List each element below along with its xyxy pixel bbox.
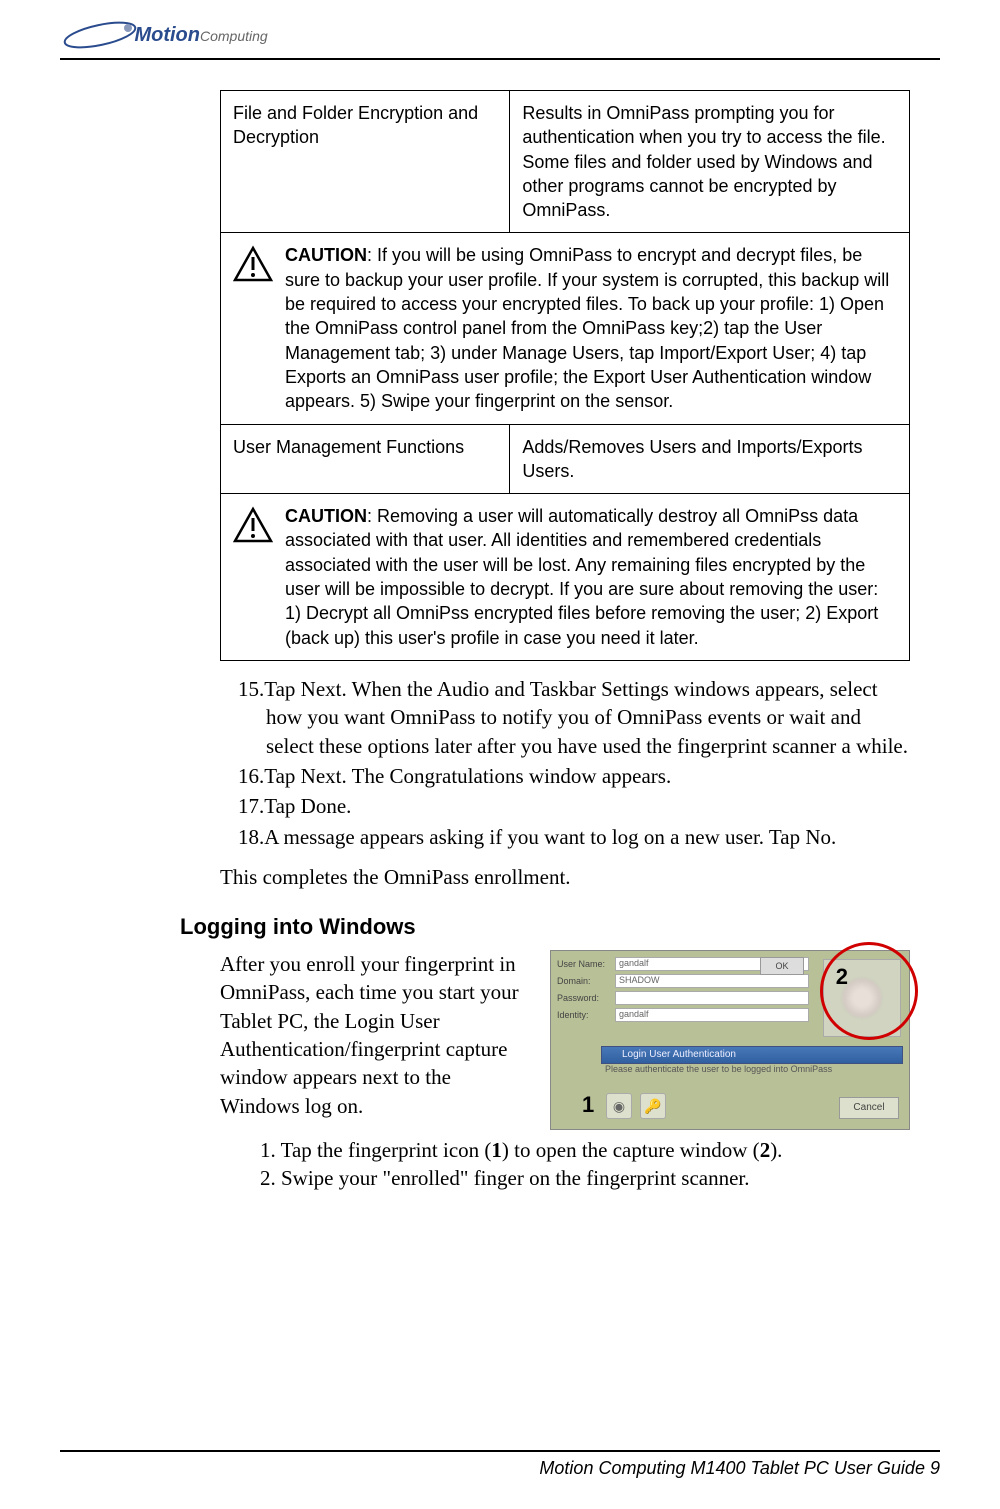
cell-description: Results in OmniPass prompting you for au… bbox=[510, 91, 910, 233]
brand-computing: Computing bbox=[200, 28, 268, 44]
table-row: User Management Functions Adds/Removes U… bbox=[221, 424, 910, 494]
caution-label: CAUTION bbox=[285, 245, 367, 265]
key-icon: 🔑 bbox=[640, 1093, 666, 1119]
step-item: 16.Tap Next. The Congratulations window … bbox=[238, 762, 910, 790]
callout-number-1: 1 bbox=[582, 1092, 594, 1118]
brand-text: MotionComputing bbox=[134, 24, 267, 47]
fingerprint-icon: ◉ bbox=[606, 1093, 632, 1119]
username-label: User Name: bbox=[557, 959, 615, 969]
password-label: Password: bbox=[557, 993, 615, 1003]
login-paragraph: After you enroll your fingerprint in Omn… bbox=[220, 950, 530, 1120]
numbered-steps: 15.Tap Next. When the Audio and Taskbar … bbox=[220, 675, 910, 851]
sub-step-item: 2. Swipe your "enrolled" finger on the f… bbox=[260, 1164, 910, 1192]
login-screenshot: User Name: gandalf Domain: SHADOW Passwo… bbox=[550, 950, 910, 1130]
ok-button: OK bbox=[760, 957, 804, 975]
domain-input: SHADOW bbox=[615, 974, 809, 988]
auth-titlebar: Login User Authentication bbox=[601, 1046, 903, 1064]
sub-steps: 1. Tap the fingerprint icon (1) to open … bbox=[220, 1136, 910, 1193]
domain-label: Domain: bbox=[557, 976, 615, 986]
section-heading: Logging into Windows bbox=[180, 914, 910, 940]
brand-logo: MotionComputing bbox=[60, 20, 268, 50]
step-item: 18.A message appears asking if you want … bbox=[238, 823, 910, 851]
table-row-caution: CAUTION: If you will be using OmniPass t… bbox=[221, 233, 910, 424]
page-content: File and Folder Encryption and Decryptio… bbox=[220, 90, 910, 1193]
page-footer: Motion Computing M1400 Tablet PC User Gu… bbox=[60, 1450, 940, 1479]
closing-text: This completes the OmniPass enrollment. bbox=[220, 865, 910, 890]
sub-step-item: 1. Tap the fingerprint icon (1) to open … bbox=[260, 1136, 910, 1164]
cell-feature: File and Folder Encryption and Decryptio… bbox=[221, 91, 510, 233]
caution-cell: CAUTION: If you will be using OmniPass t… bbox=[221, 233, 910, 424]
auth-subtitle: Please authenticate the user to be logge… bbox=[601, 1064, 903, 1074]
warning-icon bbox=[233, 245, 273, 285]
cancel-button: Cancel bbox=[839, 1097, 899, 1119]
cell-description: Adds/Removes Users and Imports/Exports U… bbox=[510, 424, 910, 494]
caution-text: CAUTION: Removing a user will automatica… bbox=[285, 504, 897, 650]
brand-motion: Motion bbox=[134, 24, 200, 46]
callout-number-2: 2 bbox=[836, 964, 848, 990]
caution-body: : If you will be using OmniPass to encry… bbox=[285, 245, 889, 411]
login-section: After you enroll your fingerprint in Omn… bbox=[220, 950, 910, 1130]
step-item: 15.Tap Next. When the Audio and Taskbar … bbox=[238, 675, 910, 760]
logo-swoosh-icon bbox=[60, 20, 140, 50]
caution-label: CAUTION bbox=[285, 506, 367, 526]
step-item: 17.Tap Done. bbox=[238, 792, 910, 820]
page-header: MotionComputing bbox=[60, 20, 940, 60]
warning-icon bbox=[233, 506, 273, 546]
caution-cell: CAUTION: Removing a user will automatica… bbox=[221, 494, 910, 661]
table-row-caution: CAUTION: Removing a user will automatica… bbox=[221, 494, 910, 661]
page-number: 9 bbox=[930, 1458, 940, 1478]
footer-text: Motion Computing M1400 Tablet PC User Gu… bbox=[539, 1458, 925, 1478]
identity-input: gandalf bbox=[615, 1008, 809, 1022]
caution-text: CAUTION: If you will be using OmniPass t… bbox=[285, 243, 897, 413]
cell-feature: User Management Functions bbox=[221, 424, 510, 494]
callout-circle-2 bbox=[820, 942, 918, 1040]
table-row: File and Folder Encryption and Decryptio… bbox=[221, 91, 910, 233]
password-input bbox=[615, 991, 809, 1005]
feature-table: File and Folder Encryption and Decryptio… bbox=[220, 90, 910, 661]
caution-body: : Removing a user will automatically des… bbox=[285, 506, 878, 647]
identity-label: Identity: bbox=[557, 1010, 615, 1020]
